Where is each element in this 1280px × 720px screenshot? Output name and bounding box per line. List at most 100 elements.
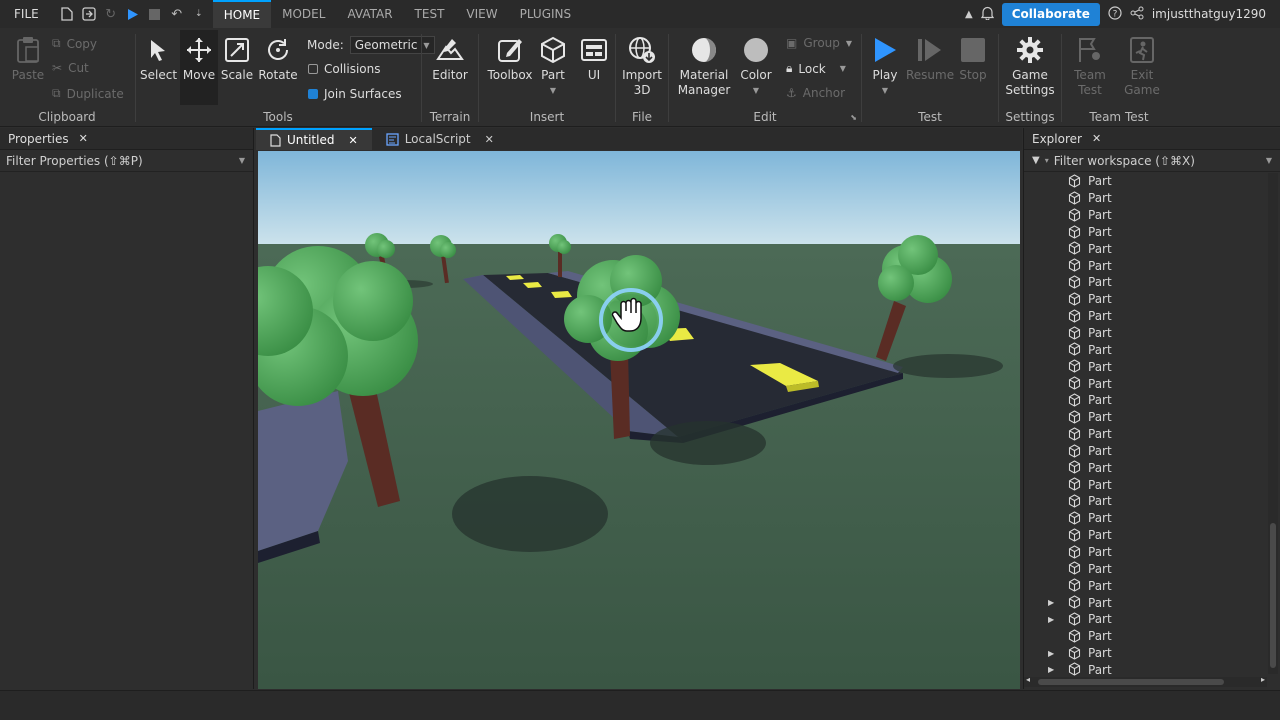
explorer-item[interactable]: Part <box>1024 207 1267 224</box>
game-settings-button[interactable]: Game Settings <box>1003 34 1057 98</box>
notifications-icon[interactable] <box>980 6 994 23</box>
explorer-item[interactable]: Part <box>1024 476 1267 493</box>
explorer-item[interactable]: Part <box>1024 308 1267 325</box>
stop-quick-icon <box>147 6 163 22</box>
tab-view[interactable]: VIEW <box>455 0 508 28</box>
3d-viewport[interactable] <box>258 151 1020 689</box>
help-icon[interactable]: ? <box>1108 5 1122 23</box>
explorer-item[interactable]: Part <box>1024 375 1267 392</box>
explorer-item[interactable]: Part <box>1024 409 1267 426</box>
explorer-item[interactable]: ▶ Part <box>1024 661 1267 678</box>
status-bar <box>0 690 1280 720</box>
join-surfaces-toggle[interactable]: Join Surfaces <box>308 87 402 101</box>
explorer-item[interactable]: Part <box>1024 459 1267 476</box>
part-button[interactable]: Part ▼ <box>537 34 569 98</box>
tab-plugins[interactable]: PLUGINS <box>509 0 583 28</box>
explorer-item-label: Part <box>1088 359 1112 374</box>
scrollbar-thumb[interactable] <box>1038 679 1224 685</box>
viewport-scene[interactable] <box>258 151 1020 689</box>
explorer-item-label: Part <box>1088 342 1112 357</box>
toolbox-button[interactable]: Toolbox <box>487 34 533 83</box>
explorer-item[interactable]: Part <box>1024 510 1267 527</box>
file-menu[interactable]: FILE <box>0 7 53 21</box>
filter-dropdown-icon[interactable]: ▾ <box>1045 156 1049 165</box>
explorer-item[interactable]: Part <box>1024 628 1267 645</box>
play-quick-icon[interactable] <box>125 6 141 22</box>
explorer-item[interactable]: Part <box>1024 173 1267 190</box>
share-icon[interactable] <box>1130 6 1144 23</box>
filter-funnel-icon[interactable]: ▼ <box>1032 155 1040 166</box>
tab-model[interactable]: MODEL <box>271 0 336 28</box>
tab-avatar[interactable]: AVATAR <box>336 0 403 28</box>
expand-arrow-icon[interactable]: ▶ <box>1048 649 1054 658</box>
close-tab-icon[interactable]: ✕ <box>348 134 357 147</box>
explorer-item[interactable]: ▶ Part <box>1024 594 1267 611</box>
lock-button[interactable]: 🔒︎ Lock ▼ <box>786 61 846 76</box>
explorer-item[interactable]: Part <box>1024 426 1267 443</box>
rotate-button[interactable]: Rotate <box>258 34 298 83</box>
move-button[interactable]: Move <box>180 30 218 105</box>
scroll-right-icon[interactable]: ▸ <box>1261 675 1265 684</box>
terrain-editor-button[interactable]: Editor <box>428 34 472 83</box>
material-manager-button[interactable]: Material Manager <box>677 34 731 98</box>
expand-arrow-icon[interactable]: ▶ <box>1048 615 1054 624</box>
username-label[interactable]: imjustthatguy1290 <box>1152 7 1266 21</box>
explorer-item[interactable]: Part <box>1024 392 1267 409</box>
svg-text:?: ? <box>1112 9 1117 19</box>
explorer-item-label: Part <box>1088 595 1112 610</box>
select-button[interactable]: Select <box>140 34 177 83</box>
explorer-item[interactable]: Part <box>1024 325 1267 342</box>
scrollbar-thumb[interactable] <box>1270 523 1276 668</box>
explorer-item[interactable]: Part <box>1024 358 1267 375</box>
new-file-icon[interactable] <box>59 6 75 22</box>
explorer-item[interactable]: Part <box>1024 274 1267 291</box>
explorer-item[interactable]: Part <box>1024 341 1267 358</box>
chevron-down-icon[interactable]: ▼ <box>239 156 245 165</box>
explorer-item[interactable]: Part <box>1024 560 1267 577</box>
explorer-item[interactable]: Part <box>1024 291 1267 308</box>
collisions-toggle[interactable]: Collisions <box>308 62 381 76</box>
collapse-ribbon-icon[interactable]: ▲ <box>965 9 973 20</box>
tab-home[interactable]: HOME <box>212 0 272 28</box>
part-icon <box>1068 629 1081 646</box>
tab-untitled[interactable]: Untitled ✕ <box>256 128 372 150</box>
ui-button[interactable]: UI <box>579 34 609 83</box>
resume-button: Resume <box>906 34 954 83</box>
tab-localscript[interactable]: LocalScript ✕ <box>372 128 508 150</box>
undo-icon[interactable]: ↶ <box>169 6 185 22</box>
publish-icon[interactable] <box>81 6 97 22</box>
expand-arrow-icon[interactable]: ▶ <box>1048 665 1054 674</box>
close-properties-icon[interactable]: ✕ <box>79 132 88 145</box>
explorer-item[interactable]: Part <box>1024 190 1267 207</box>
explorer-item[interactable]: ▶ Part <box>1024 645 1267 662</box>
import-3d-button[interactable]: Import 3D <box>620 34 664 98</box>
edit-expand-icon[interactable]: ⬊ <box>850 113 857 122</box>
scale-button[interactable]: Scale <box>220 34 254 83</box>
explorer-filter-input[interactable]: ▼ ▾ Filter workspace (⇧⌘X) ▼ <box>1024 150 1280 172</box>
explorer-item[interactable]: Part <box>1024 527 1267 544</box>
explorer-item[interactable]: Part <box>1024 577 1267 594</box>
scroll-left-icon[interactable]: ◂ <box>1026 675 1030 684</box>
color-button[interactable]: Color ▼ <box>737 34 775 98</box>
explorer-vertical-scrollbar[interactable] <box>1268 173 1278 674</box>
close-tab-icon[interactable]: ✕ <box>485 133 494 146</box>
explorer-item[interactable]: Part <box>1024 493 1267 510</box>
explorer-item[interactable]: Part <box>1024 224 1267 241</box>
chevron-down-icon[interactable]: ▼ <box>1266 156 1272 165</box>
sky <box>258 151 1020 246</box>
explorer-item[interactable]: Part <box>1024 257 1267 274</box>
mode-selector[interactable]: Mode: Geometric ▼ <box>307 36 435 54</box>
tab-test[interactable]: TEST <box>404 0 456 28</box>
explorer-item[interactable]: Part <box>1024 240 1267 257</box>
explorer-item[interactable]: Part <box>1024 443 1267 460</box>
quick-access-dropdown-icon[interactable]: ⇣ <box>191 6 207 22</box>
properties-filter-input[interactable]: Filter Properties (⇧⌘P) ▼ <box>0 150 253 172</box>
expand-arrow-icon[interactable]: ▶ <box>1048 598 1054 607</box>
explorer-item[interactable]: ▶ Part <box>1024 611 1267 628</box>
collaborate-button[interactable]: Collaborate <box>1001 2 1100 26</box>
explorer-item[interactable]: Part <box>1024 544 1267 561</box>
part-icon <box>1068 544 1081 562</box>
play-button[interactable]: Play ▼ <box>868 34 902 98</box>
close-explorer-icon[interactable]: ✕ <box>1092 132 1101 145</box>
explorer-horizontal-scrollbar[interactable]: ◂ ▸ <box>1024 675 1267 687</box>
